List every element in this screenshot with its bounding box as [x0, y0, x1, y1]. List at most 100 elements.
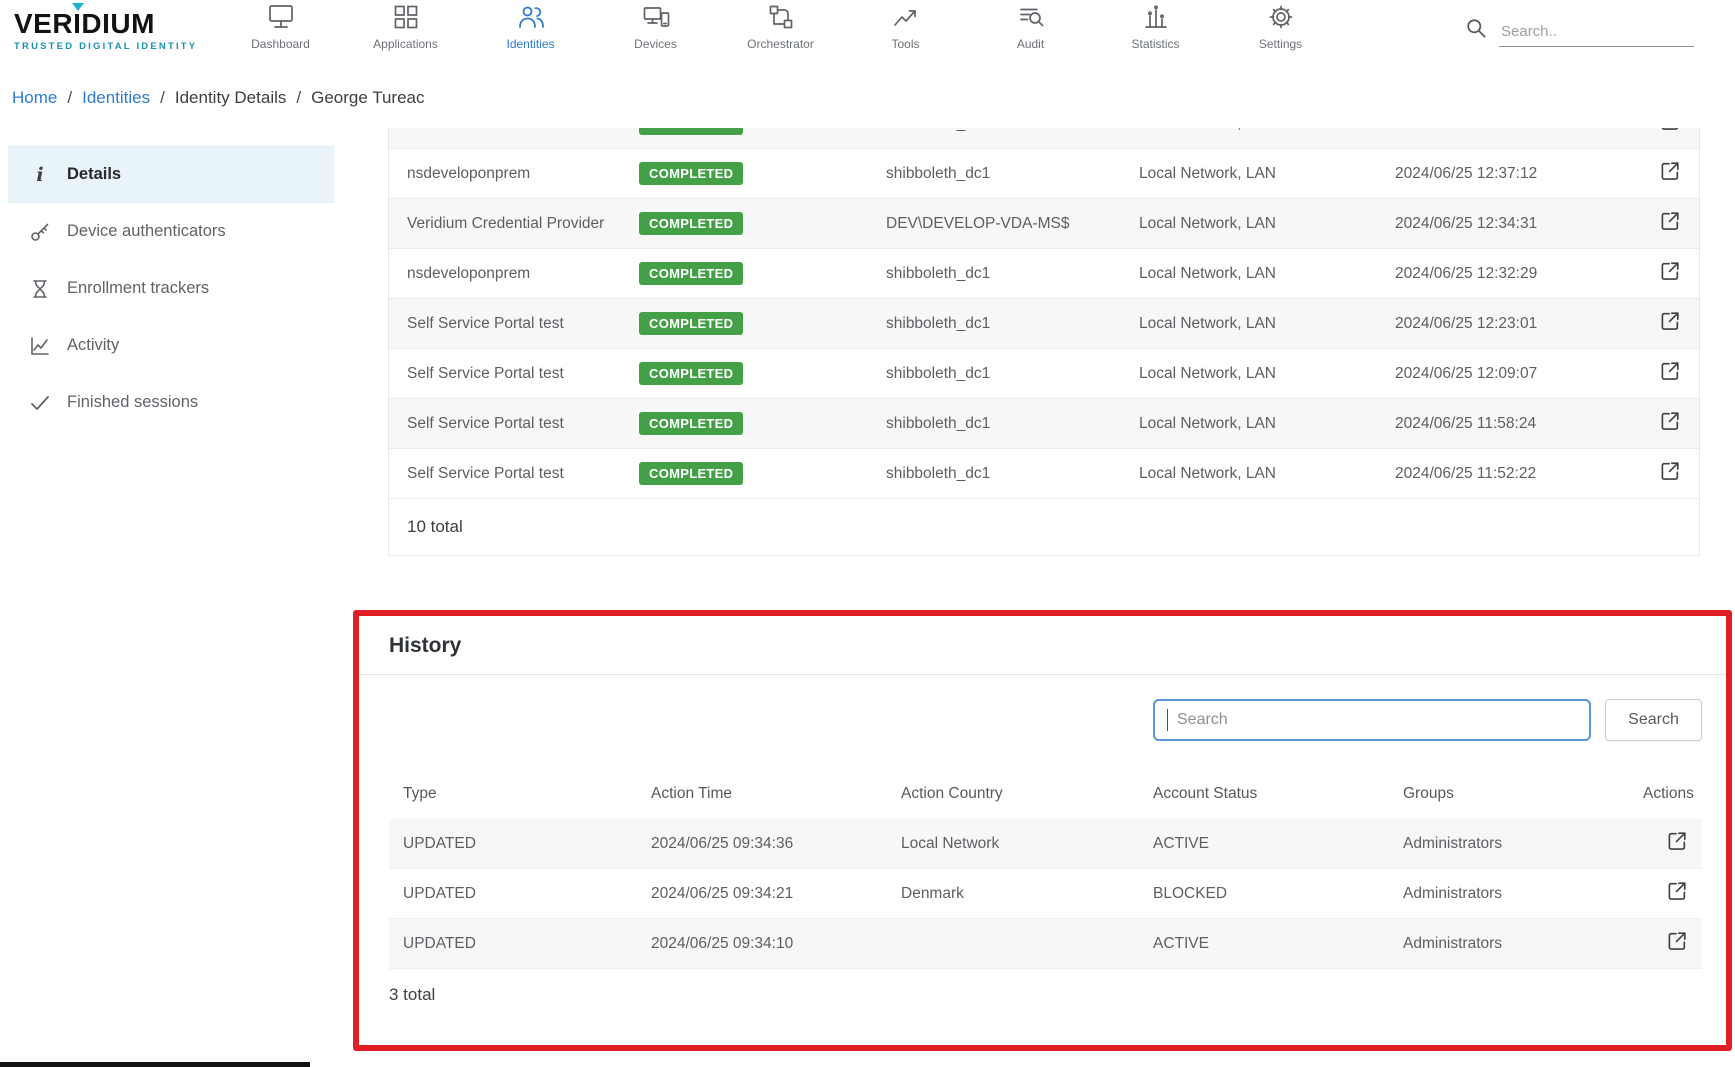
finished-sessions-table: Self Service Portal test COMPLETED shibb…	[388, 128, 1700, 556]
session-row: Self Service Portal test COMPLETED shibb…	[389, 349, 1699, 399]
gear-icon	[1265, 2, 1297, 32]
history-section: History Search Type Action Time Action C…	[353, 610, 1732, 1051]
history-groups: Administrators	[1403, 935, 1643, 953]
session-server: shibboleth_dc1	[886, 315, 1139, 333]
session-network: Local Network, LAN	[1139, 465, 1395, 483]
open-session-icon[interactable]	[1659, 310, 1681, 332]
open-session-icon[interactable]	[1659, 410, 1681, 432]
session-server: shibboleth_dc1	[886, 465, 1139, 483]
history-title: History	[359, 616, 1726, 675]
session-server: shibboleth_dc1	[886, 265, 1139, 283]
session-row: nsdeveloponprem COMPLETED shibboleth_dc1…	[389, 149, 1699, 199]
sidebar-item-activity[interactable]: Activity	[8, 317, 334, 374]
session-name: Self Service Portal test	[407, 315, 639, 333]
search-icon	[1463, 14, 1489, 47]
users-icon	[515, 2, 547, 32]
open-session-icon[interactable]	[1659, 210, 1681, 232]
open-session-icon[interactable]	[1659, 360, 1681, 382]
session-server: shibboleth_dc1	[886, 128, 1139, 133]
open-session-icon[interactable]	[1659, 460, 1681, 482]
nav-label: Dashboard	[251, 37, 310, 51]
session-network: Local Network, LAN	[1139, 315, 1395, 333]
open-history-icon[interactable]	[1666, 930, 1688, 952]
nav-item-dashboard[interactable]: Dashboard	[218, 0, 343, 78]
column-type: Type	[403, 785, 651, 803]
nav-item-settings[interactable]: Settings	[1218, 0, 1343, 78]
session-time: 2024/06/25 11:52:22	[1395, 465, 1635, 483]
sidebar-item-enrollment-trackers[interactable]: Enrollment trackers	[8, 260, 334, 317]
status-badge: COMPLETED	[639, 462, 743, 485]
sidebar-item-device-authenticators[interactable]: Device authenticators	[8, 203, 334, 260]
column-groups: Groups	[1403, 785, 1643, 803]
open-history-icon[interactable]	[1666, 880, 1688, 902]
nav-item-tools[interactable]: Tools	[843, 0, 968, 78]
breadcrumb-home[interactable]: Home	[12, 88, 82, 108]
nav-label: Orchestrator	[747, 37, 814, 51]
open-session-icon[interactable]	[1659, 260, 1681, 282]
main-nav: Dashboard Applications Identities	[218, 0, 1343, 78]
session-network: Local Network, LAN	[1139, 165, 1395, 183]
history-time: 2024/06/25 09:34:10	[651, 935, 901, 953]
veridium-logo[interactable]: VERIDIUM TRUSTED DIGITAL IDENTITY	[14, 8, 224, 52]
nav-item-statistics[interactable]: Statistics	[1093, 0, 1218, 78]
session-row: Self Service Portal test COMPLETED shibb…	[389, 449, 1699, 499]
nav-item-devices[interactable]: Devices	[593, 0, 718, 78]
history-status: ACTIVE	[1153, 835, 1403, 853]
history-type: UPDATED	[403, 885, 651, 903]
breadcrumb-identity-details: Identity Details	[175, 88, 311, 108]
sidebar: Details Device authenticators Enrollment…	[8, 146, 334, 1057]
history-row: UPDATED 2024/06/25 09:34:10 ACTIVE Admin…	[389, 919, 1702, 969]
global-search-input[interactable]	[1499, 17, 1694, 47]
open-history-icon[interactable]	[1666, 830, 1688, 852]
history-status: ACTIVE	[1153, 935, 1403, 953]
nav-label: Tools	[891, 37, 919, 51]
session-row: nsdeveloponprem COMPLETED shibboleth_dc1…	[389, 249, 1699, 299]
history-total: 3 total	[389, 969, 1702, 1005]
status-badge: COMPLETED	[639, 162, 743, 185]
sidebar-item-label: Enrollment trackers	[67, 279, 209, 298]
open-session-icon[interactable]	[1659, 128, 1681, 132]
column-action-time: Action Time	[651, 785, 901, 803]
sessions-total: 10 total	[389, 499, 1699, 555]
sidebar-item-label: Details	[67, 165, 121, 184]
doc-search-icon	[1015, 2, 1047, 32]
history-search-button[interactable]: Search	[1605, 699, 1702, 741]
status-badge: COMPLETED	[639, 412, 743, 435]
status-badge: COMPLETED	[639, 212, 743, 235]
breadcrumb-entity: George Tureac	[311, 88, 424, 108]
key-icon	[28, 221, 52, 243]
text-caret	[1167, 709, 1168, 731]
history-type: UPDATED	[403, 935, 651, 953]
session-server: shibboleth_dc1	[886, 365, 1139, 383]
session-name: Self Service Portal test	[407, 365, 639, 383]
nav-item-identities[interactable]: Identities	[468, 0, 593, 78]
history-search-input[interactable]	[1153, 699, 1591, 741]
session-network: Local Network, LAN	[1139, 365, 1395, 383]
open-session-icon[interactable]	[1659, 160, 1681, 182]
session-time: 2024/06/25 12:23:01	[1395, 315, 1635, 333]
breadcrumb-identities[interactable]: Identities	[82, 88, 175, 108]
sidebar-item-details[interactable]: Details	[8, 146, 334, 203]
history-table-header: Type Action Time Action Country Account …	[389, 775, 1702, 819]
check-icon	[28, 392, 52, 414]
nav-item-applications[interactable]: Applications	[343, 0, 468, 78]
nav-item-audit[interactable]: Audit	[968, 0, 1093, 78]
session-name: Self Service Portal test	[407, 128, 639, 133]
session-name: nsdeveloponprem	[407, 165, 639, 183]
logo-text: VERIDIUM	[14, 8, 155, 40]
history-groups: Administrators	[1403, 885, 1643, 903]
line-chart-icon	[28, 335, 52, 357]
hourglass-icon	[28, 278, 52, 300]
session-time: 2024/06/25 12:34:31	[1395, 215, 1635, 233]
sidebar-item-finished-sessions[interactable]: Finished sessions	[8, 374, 334, 431]
nav-item-orchestrator[interactable]: Orchestrator	[718, 0, 843, 78]
nav-label: Applications	[373, 37, 438, 51]
bottom-bar	[0, 1062, 310, 1067]
nav-label: Statistics	[1131, 37, 1179, 51]
history-country: Denmark	[901, 885, 1153, 903]
session-network: Local Network, LAN	[1139, 128, 1395, 133]
top-nav: VERIDIUM TRUSTED DIGITAL IDENTITY Dashbo…	[0, 0, 1735, 80]
session-time: 2024/06/25 12:09:07	[1395, 365, 1635, 383]
history-country: Local Network	[901, 835, 1153, 853]
nav-label: Settings	[1259, 37, 1302, 51]
